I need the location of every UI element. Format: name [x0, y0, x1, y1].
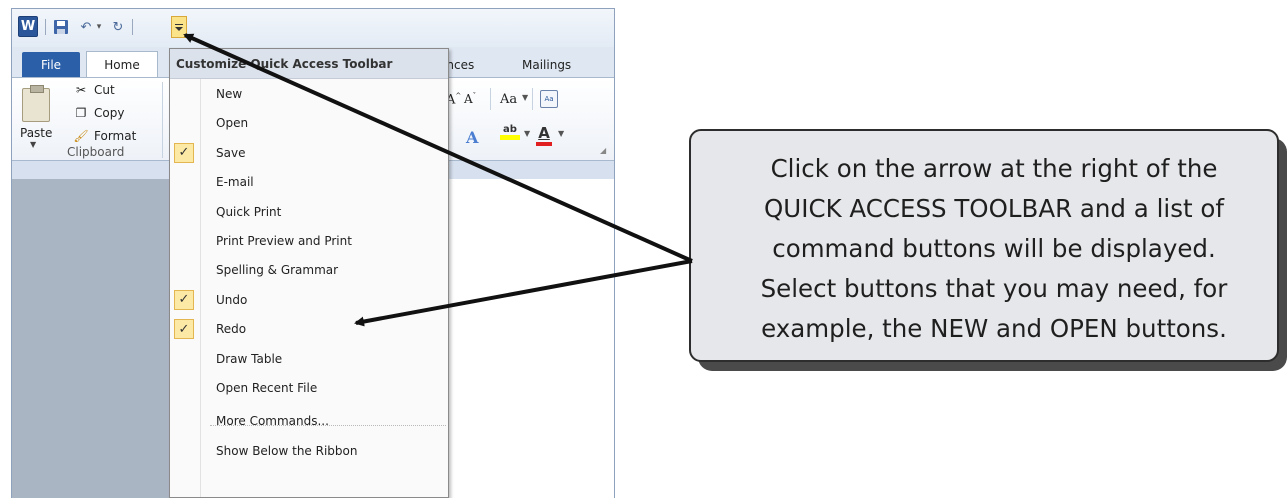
- paste-dropdown-icon[interactable]: ▼: [30, 140, 36, 149]
- menu-item-label: Redo: [216, 322, 247, 337]
- text-effects-button[interactable]: A: [466, 128, 478, 147]
- shrink-font-label: A: [464, 92, 473, 106]
- undo-dropdown-icon[interactable]: ▾: [94, 17, 104, 37]
- format-label: Format: [94, 129, 137, 143]
- undo-icon[interactable]: ↶: [76, 17, 96, 37]
- customize-qat-dropdown-button[interactable]: [171, 16, 187, 38]
- dialog-launcher-icon[interactable]: ◢: [600, 146, 606, 155]
- callout-line: QUICK ACCESS TOOLBAR and a list of: [764, 194, 1224, 223]
- change-case-dropdown-icon[interactable]: ▼: [522, 93, 528, 102]
- cut-button[interactable]: ✂ Cut: [74, 83, 115, 97]
- menu-item[interactable]: Show Below the Ribbon: [170, 436, 448, 466]
- paste-icon[interactable]: [22, 85, 50, 122]
- group-divider: [490, 88, 491, 110]
- menu-header: Customize Quick Access Toolbar: [170, 49, 448, 79]
- paste-button[interactable]: Paste: [20, 126, 52, 140]
- checkmark-icon: ✓: [174, 289, 194, 310]
- change-case-button[interactable]: Aa: [500, 92, 517, 107]
- callout-line: example, the NEW and OPEN buttons.: [761, 314, 1227, 343]
- menu-item[interactable]: Open Recent File: [170, 373, 448, 403]
- menu-item[interactable]: More Commands...: [170, 406, 448, 436]
- menu-item-label: Quick Print: [216, 204, 282, 219]
- menu-item[interactable]: Print Preview and Print: [170, 226, 448, 256]
- callout-line: Select buttons that you may need, for: [760, 274, 1228, 303]
- menu-item-label: More Commands...: [216, 414, 329, 429]
- group-divider: [532, 88, 533, 110]
- menu-item[interactable]: ✓ Redo: [170, 314, 448, 344]
- menu-item-label: Draw Table: [216, 351, 283, 366]
- group-divider: [162, 82, 163, 158]
- customize-qat-menu: Customize Quick Access Toolbar New Open ✓ S…: [169, 48, 449, 498]
- redo-icon[interactable]: ↻: [108, 17, 128, 37]
- copy-icon: ❐: [75, 106, 87, 120]
- menu-item[interactable]: E-mail: [170, 167, 448, 197]
- tab-home[interactable]: Home: [86, 51, 158, 77]
- menu-item[interactable]: Spelling & Grammar: [170, 255, 448, 285]
- scissors-icon: ✂: [75, 83, 87, 97]
- menu-item-label: New: [216, 87, 243, 101]
- menu-item[interactable]: ✓ Undo: [170, 285, 448, 315]
- copy-button[interactable]: ❐ Copy: [74, 106, 125, 120]
- menu-item-label: Open: [216, 116, 249, 131]
- checkmark-icon: ✓: [174, 142, 194, 163]
- menu-item-label: Save: [216, 145, 246, 160]
- shrink-font-button[interactable]: Aˇ: [464, 92, 476, 106]
- copy-label: Copy: [94, 106, 125, 120]
- brush-icon: 🖌: [73, 129, 89, 143]
- menu-item-label: Open Recent File: [216, 381, 318, 395]
- clipboard-group-label: Clipboard: [67, 145, 125, 159]
- menu-item-label: Print Preview and Print: [216, 234, 352, 248]
- tab-file[interactable]: File: [22, 52, 80, 77]
- menu-item-label: Spelling & Grammar: [216, 263, 339, 278]
- menu-item-label: Undo: [216, 292, 248, 307]
- tab-mailings[interactable]: Mailings: [522, 52, 571, 77]
- menu-item[interactable]: ✓ Save: [170, 138, 448, 168]
- callout-line: Click on the arrow at the right of the: [770, 154, 1218, 183]
- menu-item[interactable]: Draw Table: [170, 344, 448, 374]
- callout-text: Click on the arrow at the right of the Q…: [714, 149, 1274, 349]
- menu-item[interactable]: New: [170, 79, 448, 109]
- format-painter-button[interactable]: 🖌 Format: [73, 129, 137, 143]
- menu-item[interactable]: Quick Print: [170, 197, 448, 227]
- highlight-button[interactable]: ab: [500, 124, 520, 140]
- highlight-dropdown-icon[interactable]: ▼: [524, 129, 530, 138]
- qat-separator: [132, 19, 133, 35]
- menu-item-label: Show Below the Ribbon: [216, 443, 358, 458]
- save-icon[interactable]: [51, 17, 71, 37]
- title-bar: W ↶ ▾ ↻: [12, 9, 614, 47]
- cut-label: Cut: [94, 83, 115, 97]
- menu-item-label: E-mail: [216, 175, 254, 190]
- callout-line: command buttons will be displayed.: [772, 234, 1216, 263]
- font-color-dropdown-icon[interactable]: ▼: [558, 129, 564, 138]
- qat-separator: [45, 19, 46, 35]
- checkmark-icon: ✓: [174, 319, 194, 340]
- clear-formatting-icon[interactable]: Aa: [540, 90, 558, 108]
- font-color-button[interactable]: A: [536, 124, 552, 146]
- menu-item[interactable]: Open: [170, 108, 448, 138]
- word-app-icon[interactable]: W: [18, 16, 38, 37]
